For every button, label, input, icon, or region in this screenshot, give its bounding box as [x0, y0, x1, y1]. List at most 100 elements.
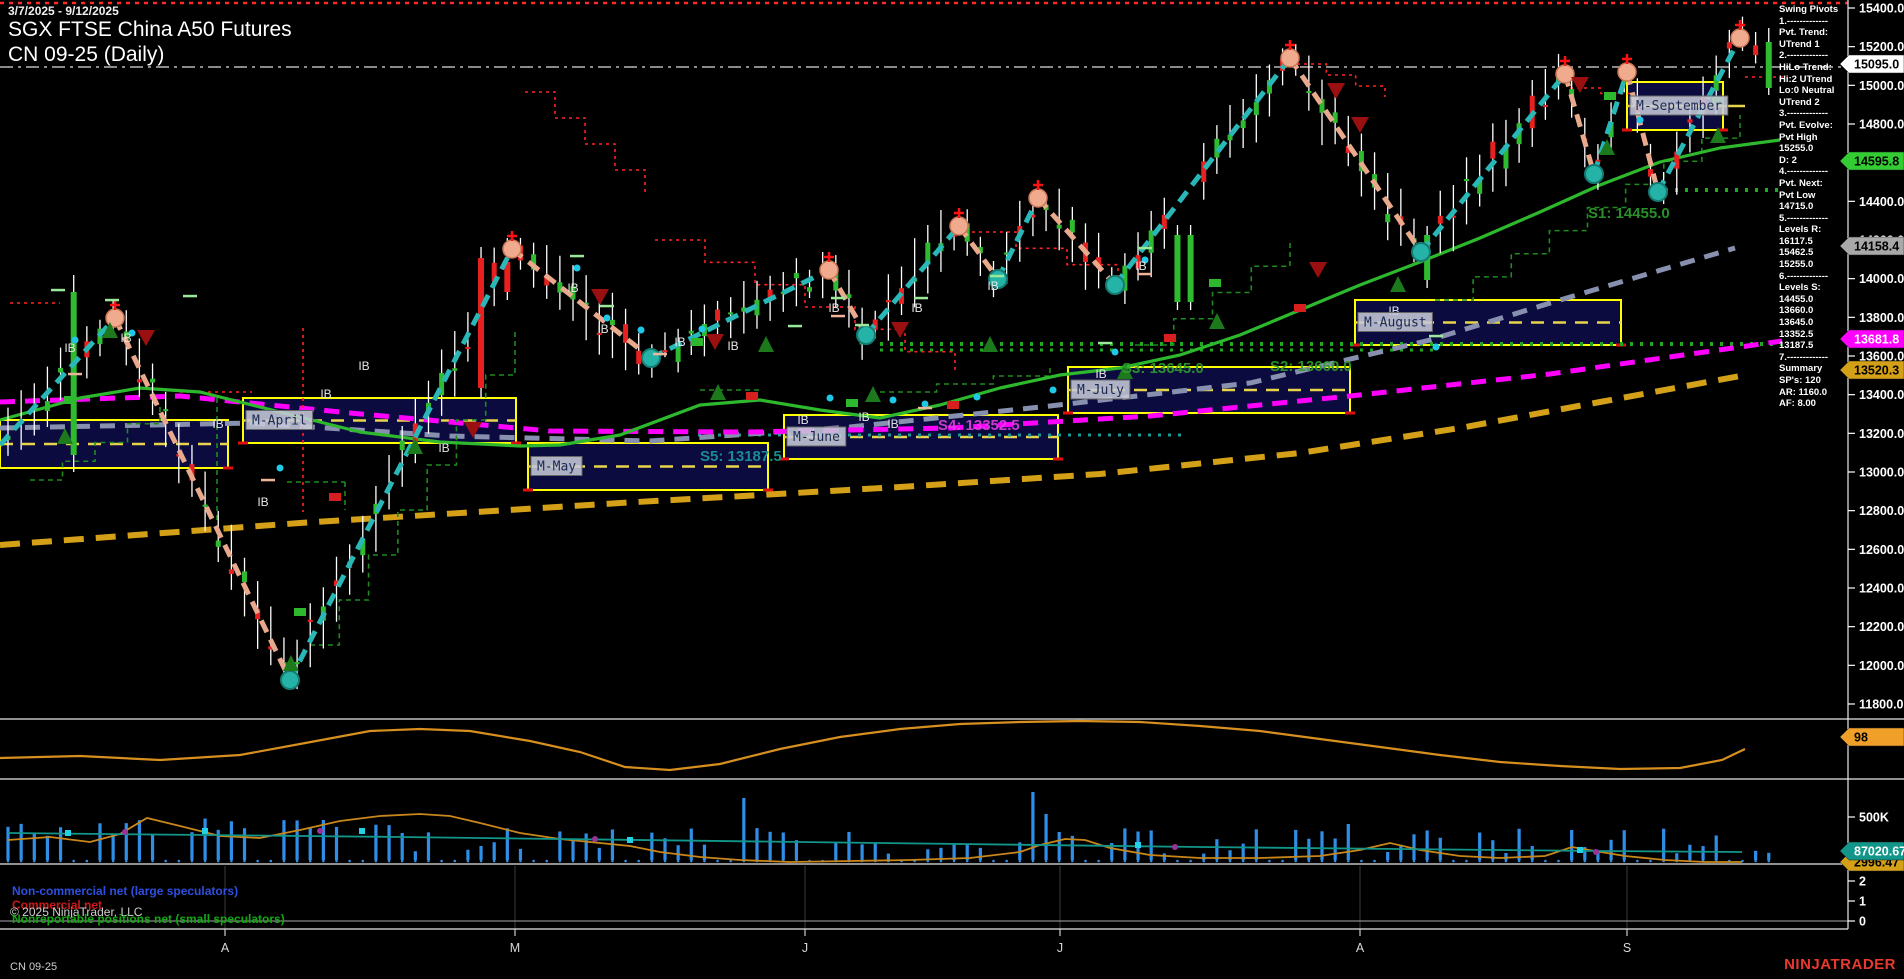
candle-body	[1687, 119, 1692, 122]
volume-zero-dot	[703, 860, 706, 863]
down-arrow	[1309, 262, 1327, 278]
inside-bar-label: IB	[987, 279, 998, 293]
sidebar-line: Swing Pivots	[1779, 4, 1847, 16]
sidebar-line: 13187.5	[1779, 340, 1847, 352]
candle-body	[886, 300, 891, 302]
inside-bar-label: IB	[674, 335, 685, 349]
inside-bar-label: IB	[567, 281, 578, 295]
price-chart-canvas[interactable]: IBIBIBIBIBIBIBIBIBIBIBIBIBIBIBIBIBIBIBIB…	[0, 0, 1904, 979]
candle-body	[163, 409, 168, 411]
volume-zero-dot	[1018, 860, 1021, 863]
volume-zero-dot	[1505, 860, 1508, 863]
candle-body	[807, 287, 812, 292]
price-badge	[1840, 728, 1904, 746]
volume-zero-dot	[414, 860, 417, 863]
volume-zero-dot	[637, 860, 640, 863]
axis-tick-label: 1	[1859, 895, 1866, 909]
candle-body	[636, 351, 641, 364]
swing-low-marker	[857, 326, 875, 344]
volume-bar	[1478, 833, 1481, 860]
price-badge-label: 13520.3	[1854, 364, 1899, 378]
volume-zero-dot	[651, 860, 654, 863]
volume-zero-dot	[1084, 860, 1087, 863]
candle-body	[45, 401, 50, 411]
volume-bar	[1662, 829, 1665, 860]
tick-dash-salmon	[918, 407, 932, 410]
tab-cn-09-25[interactable]: CN 09-25	[10, 961, 57, 973]
tick-dash-salmon	[831, 315, 845, 318]
swing-high-marker	[1731, 29, 1749, 47]
candle-body	[242, 571, 247, 582]
tick-dash-salmon	[68, 373, 82, 376]
axis-tick-label: 14800.0	[1859, 117, 1904, 131]
swing-high-marker	[1281, 49, 1299, 67]
inside-bar-dot	[974, 394, 981, 401]
volume-bar	[861, 844, 864, 860]
candle-body	[623, 324, 628, 343]
volume-zero-dot	[624, 860, 627, 863]
box-corner-tick	[238, 442, 248, 445]
candle-body	[1385, 214, 1390, 222]
box-corner-tick	[763, 489, 773, 492]
swing-zigzag	[1421, 74, 1565, 252]
month-label-text: M-September	[1636, 99, 1722, 114]
up-arrow	[1390, 276, 1406, 292]
inside-bar-label: IB	[1095, 367, 1106, 381]
volume-bar	[309, 827, 312, 860]
candle-body	[728, 312, 733, 314]
legend-noncommercial: Non-commercial net (large speculators)	[12, 884, 238, 898]
candle-body	[1254, 102, 1259, 115]
swing-high-marker	[820, 261, 838, 279]
volume-zero-dot	[1649, 860, 1652, 863]
month-label-text: M-August	[1364, 316, 1427, 331]
inside-bar-dot	[890, 397, 897, 404]
sidebar-line: SP's: 120	[1779, 375, 1847, 387]
up-arrow	[710, 384, 726, 400]
swing-low-marker	[281, 671, 299, 689]
marker-purple-dot	[317, 828, 323, 834]
inside-bar-dot	[1112, 349, 1119, 356]
inside-bar-label: IB	[257, 495, 268, 509]
volume-bar	[519, 849, 522, 860]
axis-tick-label: 12200.0	[1859, 620, 1904, 634]
tick-dash-green	[855, 324, 869, 327]
volume-zero-dot	[1110, 860, 1113, 863]
marker-purple-dot	[1172, 844, 1178, 850]
inside-bar-label: IB	[438, 441, 449, 455]
axis-tick-label: 0	[1859, 915, 1866, 929]
volume-zero-dot	[86, 860, 89, 863]
volume-zero-dot	[1308, 860, 1311, 863]
swing-zigzag	[290, 249, 512, 680]
volume-zero-dot	[1518, 860, 1521, 863]
candle-body	[1188, 235, 1194, 302]
swing-low-marker	[1412, 243, 1430, 261]
volume-bar	[1347, 824, 1350, 860]
volume-bar	[335, 827, 338, 860]
candle-body	[794, 273, 799, 278]
sidebar-line: AR: 1160.0	[1779, 387, 1847, 399]
candle-body	[1070, 220, 1075, 233]
volume-zero-dot	[1544, 860, 1547, 863]
inside-bar-label: IB	[120, 331, 131, 345]
support-level-label: S3: 13645.0	[1122, 360, 1204, 377]
volume-bar	[1570, 830, 1573, 860]
volume-zero-dot	[230, 860, 233, 863]
candle-body	[308, 620, 313, 622]
candle-body	[150, 379, 155, 383]
volume-zero-dot	[1426, 860, 1429, 863]
axis-tick-label: 13800.0	[1859, 311, 1904, 325]
volume-zero-dot	[7, 860, 10, 863]
volume-zero-dot	[1045, 860, 1048, 863]
volume-zero-dot	[1570, 860, 1573, 863]
volume-zero-dot	[506, 860, 509, 863]
box-corner-tick	[523, 489, 533, 492]
volume-zero-dot	[1584, 860, 1587, 863]
inside-bar-label: IB	[887, 417, 898, 431]
candle-body	[1490, 142, 1495, 159]
down-arrow	[891, 322, 909, 338]
volume-zero-dot	[138, 860, 141, 863]
volume-bar	[1675, 853, 1678, 860]
tick-dash-green	[570, 255, 584, 257]
stop-trail-red	[525, 92, 645, 196]
volume-zero-dot	[992, 860, 995, 863]
